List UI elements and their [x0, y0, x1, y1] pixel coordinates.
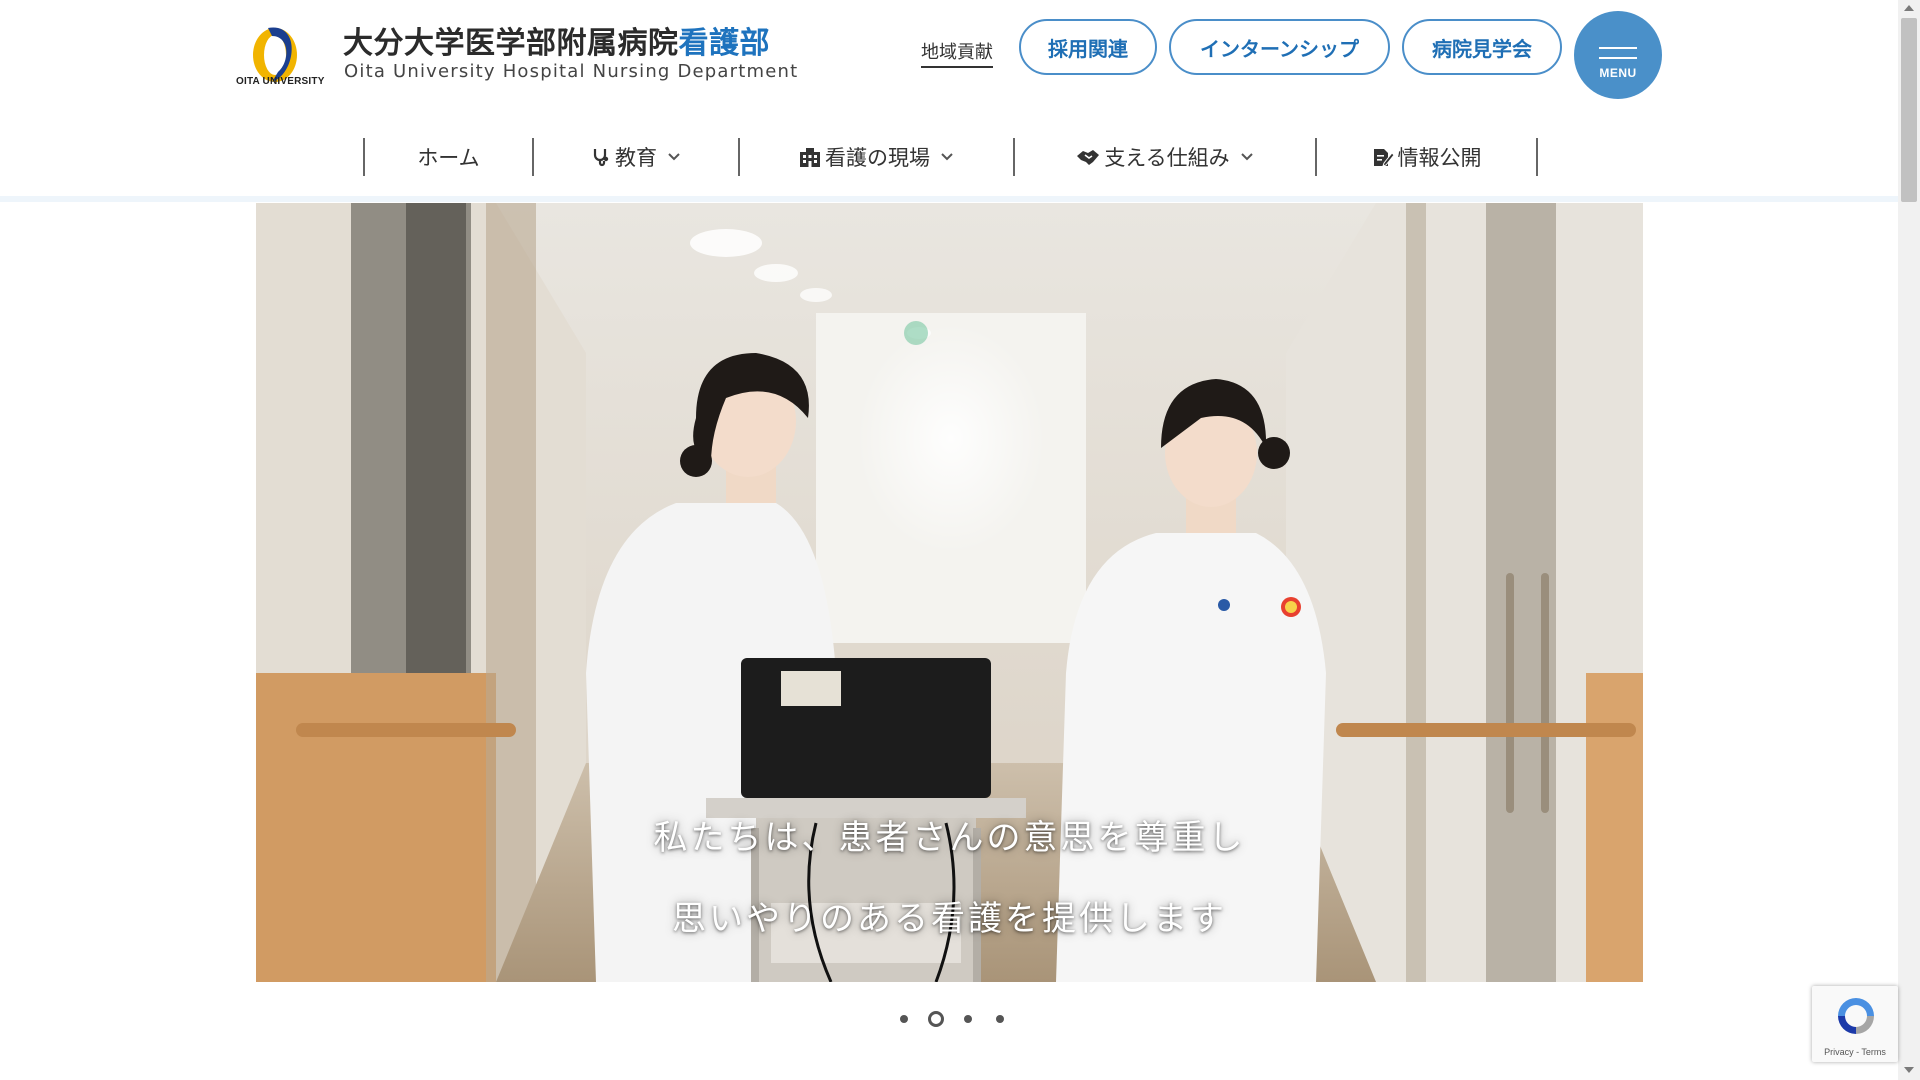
recruit-button[interactable]: 採用関連: [1019, 19, 1157, 75]
hero-photo: [256, 203, 1643, 982]
recaptcha-privacy-terms[interactable]: Privacy - Terms: [1812, 1047, 1898, 1057]
hamburger-icon-bar: [1599, 57, 1637, 59]
nav-item-nursing-field[interactable]: 看護の現場: [740, 138, 1013, 176]
hospital-building-icon: [800, 148, 820, 167]
chevron-down-icon: [1240, 153, 1253, 161]
menu-label: MENU: [1599, 66, 1637, 80]
nav-item-education[interactable]: 教育: [534, 138, 738, 176]
hospital-tour-button[interactable]: 病院見学会: [1402, 19, 1562, 75]
nav-item-label: 教育: [615, 146, 657, 170]
handshake-icon: [1077, 150, 1100, 165]
hero-slider: 私たちは、患者さんの意思を尊重し 思いやりのある看護を提供します: [256, 203, 1643, 982]
nav-item-info-disclosure[interactable]: 情報公開: [1317, 138, 1536, 176]
scroll-up-arrow-icon[interactable]: [1904, 5, 1914, 11]
site-subtitle: Oita University Hospital Nursing Departm…: [344, 61, 799, 82]
nav-bottom-border: [0, 196, 1900, 202]
hero-tagline-line2: 思いやりのある看護を提供します: [672, 899, 1227, 939]
chevron-down-icon: [941, 153, 953, 161]
nav-item-label: 看護の現場: [825, 146, 930, 170]
slider-dot[interactable]: [900, 1015, 908, 1023]
site-title-accent: 看護部: [678, 26, 770, 61]
nav-item-home[interactable]: ホーム: [365, 138, 532, 176]
chevron-down-icon: [668, 153, 680, 161]
nav-item-label: ホーム: [417, 146, 480, 170]
community-link[interactable]: 地域貢献: [921, 38, 993, 68]
recaptcha-badge[interactable]: Privacy - Terms: [1812, 986, 1898, 1062]
nav-item-label: 支える仕組み: [1104, 146, 1230, 170]
slider-dot[interactable]: [964, 1015, 972, 1023]
nav-item-label: 情報公開: [1397, 146, 1482, 170]
hamburger-icon: [1599, 47, 1637, 49]
scroll-down-arrow-icon[interactable]: [1904, 1067, 1914, 1073]
scroll-thumb[interactable]: [1901, 18, 1917, 202]
hero-tagline-line1: 私たちは、患者さんの意思を尊重し: [653, 818, 1246, 858]
global-nav: ホーム 教育 看護の現場 支える仕組み 情報公開: [363, 138, 1538, 176]
nav-divider: [1536, 138, 1538, 176]
stethoscope-icon: [593, 149, 609, 167]
menu-button[interactable]: MENU: [1574, 11, 1662, 99]
slider-dot[interactable]: [996, 1015, 1004, 1023]
recaptcha-icon: [1838, 998, 1874, 1034]
slider-dot-active[interactable]: [928, 1011, 944, 1027]
logo-caption: OITA UNIVERSITY: [236, 76, 325, 87]
site-title[interactable]: 大分大学医学部附属病院看護部: [343, 18, 770, 62]
document-edit-icon: [1373, 149, 1394, 167]
slider-pagination: [896, 1011, 1006, 1027]
nav-item-support-system[interactable]: 支える仕組み: [1015, 138, 1315, 176]
site-title-main: 大分大学医学部附属病院: [343, 26, 679, 61]
page-scrollbar[interactable]: [1898, 0, 1920, 1080]
internship-button[interactable]: インターンシップ: [1169, 19, 1390, 75]
